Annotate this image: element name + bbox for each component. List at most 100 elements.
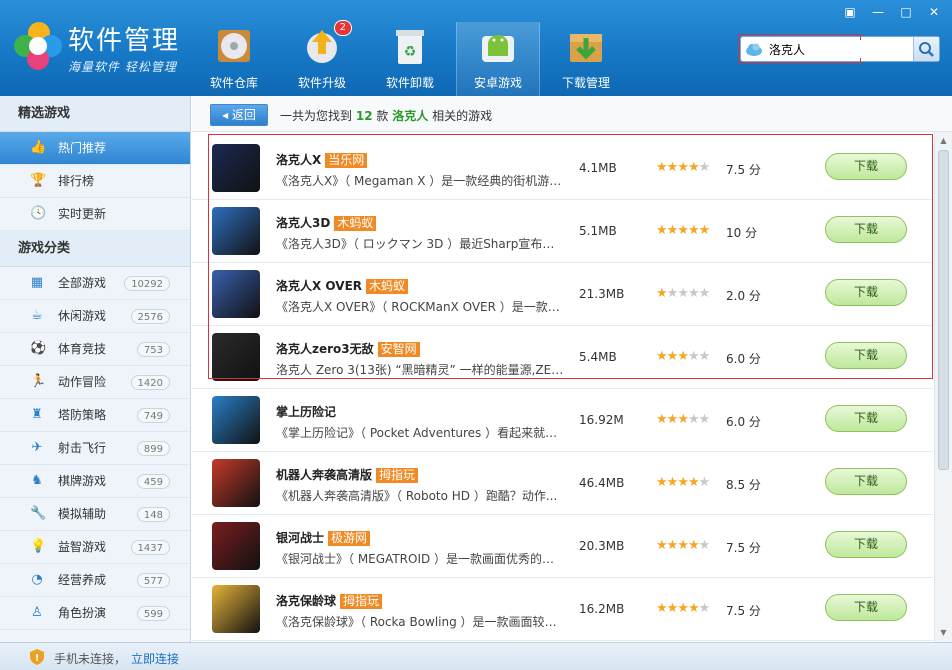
download-button[interactable]: 下载 xyxy=(825,531,907,558)
sidebar-item[interactable]: 🏃 动作冒险 1420 xyxy=(0,366,190,399)
star-icon: ★ xyxy=(698,475,711,490)
game-score: 2.0 分 xyxy=(726,289,761,303)
game-thumbnail[interactable] xyxy=(212,207,260,255)
sidebar-item-label: 热门推荐 xyxy=(58,141,107,155)
sidebar-item[interactable]: ♜ 塔防策略 749 xyxy=(0,399,190,432)
sidebar-item-label: 棋牌游戏 xyxy=(58,474,107,488)
category-count-badge: 753 xyxy=(136,342,170,357)
star-icon: ★ xyxy=(698,160,711,175)
game-thumbnail[interactable] xyxy=(212,522,260,570)
app-slogan: 海量软件 轻松管理 xyxy=(68,60,177,74)
back-button[interactable]: ◂ 返回 xyxy=(210,104,268,126)
search-button[interactable] xyxy=(913,37,939,61)
download-button[interactable]: 下载 xyxy=(825,216,907,243)
game-title[interactable]: 洛克人3D 木蚂蚁 xyxy=(276,214,377,231)
star-icon: ★ xyxy=(666,412,679,427)
game-name: 洛克保龄球 xyxy=(276,594,337,608)
download-button[interactable]: 下载 xyxy=(825,468,907,495)
game-name: 洛克人3D xyxy=(276,216,331,230)
game-thumbnail[interactable] xyxy=(212,144,260,192)
game-thumbnail[interactable] xyxy=(212,270,260,318)
sidebar-item-icon: ☕ xyxy=(31,308,43,323)
sidebar-item[interactable]: 🕓 实时更新 xyxy=(0,198,190,231)
game-score: 6.0 分 xyxy=(726,352,761,366)
scrollbar[interactable]: ▲ ▼ xyxy=(934,132,952,642)
sidebar-item[interactable]: ▦ 全部游戏 10292 xyxy=(0,267,190,300)
game-title[interactable]: 洛克人zero3无敌 安智网 xyxy=(276,340,420,357)
sidebar-item[interactable]: ✈ 射击飞行 899 xyxy=(0,432,190,465)
category-count-badge: 10292 xyxy=(124,276,170,291)
nav-tab-android-games[interactable]: 安卓游戏 xyxy=(456,22,540,96)
search-icon xyxy=(919,42,934,57)
game-title[interactable]: 机器人奔袭高清版 拇指玩 xyxy=(276,466,419,483)
maximize-button[interactable]: □ xyxy=(894,4,918,20)
sidebar-item[interactable]: 🏆 排行榜 xyxy=(0,165,190,198)
game-thumbnail[interactable] xyxy=(212,459,260,507)
star-icon: ★ xyxy=(677,223,689,238)
sidebar-item[interactable]: 👍 热门推荐 xyxy=(0,132,190,165)
star-icon: ★ xyxy=(677,601,689,616)
close-button[interactable]: ✕ xyxy=(922,4,946,20)
scroll-down-icon[interactable]: ▼ xyxy=(937,626,950,640)
game-row: 洛克人zero3无敌 安智网 洛克人 Zero 3(13张) “黑暗精灵” 一样的能… xyxy=(192,326,933,389)
star-icon: ★ xyxy=(687,538,700,553)
sidebar-item-icon: ♜ xyxy=(31,407,43,422)
game-row: 洛克人3D 木蚂蚁 《洛克人3D》（ ロックマン 3D ）最近Sharp宣布即将..… xyxy=(192,200,933,263)
game-title[interactable]: 洛克人X 当乐网 xyxy=(276,151,368,168)
svg-text:!: ! xyxy=(35,653,40,664)
nav-tab-software-store[interactable]: 软件仓库 xyxy=(192,22,276,96)
sidebar-item-icon: ♞ xyxy=(31,473,43,488)
game-list: 洛克人X 当乐网 《洛克人X》（ Megaman X ）是一款经典的街机游戏... 4… xyxy=(192,132,933,642)
nav-tab-download-manager[interactable]: 下载管理 xyxy=(544,22,628,96)
nav-tab-software-upgrade[interactable]: 2 软件升级 xyxy=(280,20,364,96)
download-button[interactable]: 下载 xyxy=(825,405,907,432)
game-title[interactable]: 银河战士 极游网 xyxy=(276,529,371,546)
game-title[interactable]: 洛克保龄球 拇指玩 xyxy=(276,592,383,609)
scroll-thumb[interactable] xyxy=(938,150,949,470)
sidebar-item[interactable]: ☕ 休闲游戏 2576 xyxy=(0,300,190,333)
star-icon: ★ xyxy=(656,538,668,553)
game-score: 7.5 分 xyxy=(726,604,761,618)
source-badge: 木蚂蚁 xyxy=(334,216,377,231)
scroll-up-icon[interactable]: ▲ xyxy=(937,134,950,148)
star-icon: ★ xyxy=(666,349,679,364)
sidebar-item[interactable]: 💡 益智游戏 1437 xyxy=(0,531,190,564)
download-button[interactable]: 下载 xyxy=(825,279,907,306)
sidebar-item[interactable]: ♙ 角色扮演 599 xyxy=(0,597,190,630)
result-suffix: 相关的游戏 xyxy=(432,109,493,123)
game-title[interactable]: 掌上历险记 xyxy=(276,403,336,420)
download-button[interactable]: 下载 xyxy=(825,594,907,621)
download-button[interactable]: 下载 xyxy=(825,342,907,369)
sidebar-item[interactable]: 🔧 模拟辅助 148 xyxy=(0,498,190,531)
game-description: 《掌上历险记》（ Pocket Adventures ）看起来就像一... xyxy=(276,426,566,440)
minimize-button[interactable]: — xyxy=(866,4,890,20)
game-size: 21.3MB xyxy=(579,287,625,301)
sidebar-item-icon: 👍 xyxy=(30,140,47,155)
star-icon: ★ xyxy=(666,223,679,238)
game-description: 《洛克人X OVER》（ ROCKManX OVER ）是一款由... xyxy=(276,300,566,314)
game-thumbnail[interactable] xyxy=(212,585,260,633)
sidebar-item[interactable]: ♞ 棋牌游戏 459 xyxy=(0,465,190,498)
star-icon: ★ xyxy=(677,412,689,427)
skin-icon[interactable]: ▣ xyxy=(838,4,862,20)
sidebar-item[interactable]: ◔ 经营养成 577 xyxy=(0,564,190,597)
sidebar: 精选游戏 👍 热门推荐 🏆 排行榜 🕓 实时更新 游戏分类 ▦ 全部游戏 10292 ☕ 休闲游戏… xyxy=(0,96,191,642)
search-input[interactable] xyxy=(769,40,909,58)
star-icon: ★ xyxy=(656,223,668,238)
sidebar-item[interactable]: ⚽ 体育竞技 753 xyxy=(0,333,190,366)
sidebar-item-icon: ▦ xyxy=(30,275,44,290)
game-thumbnail[interactable] xyxy=(212,333,260,381)
star-icon: ★ xyxy=(698,223,711,238)
category-count-badge: 899 xyxy=(136,441,170,456)
game-description: 《机器人奔袭高清版》（ Roboto HD ）跑酷？动作... xyxy=(276,489,558,503)
connect-now-link[interactable]: 立即连接 xyxy=(131,650,179,667)
game-thumbnail[interactable] xyxy=(212,396,260,444)
source-badge: 拇指玩 xyxy=(340,594,383,609)
app-title: 软件管理 xyxy=(68,26,181,56)
star-icon: ★ xyxy=(687,601,700,616)
game-title[interactable]: 洛克人X OVER 木蚂蚁 xyxy=(276,277,409,294)
download-button[interactable]: 下载 xyxy=(825,153,907,180)
nav-tab-software-uninstall[interactable]: ♻ 软件卸载 xyxy=(368,22,452,96)
star-icon: ★ xyxy=(687,475,700,490)
star-icon: ★ xyxy=(666,286,679,301)
